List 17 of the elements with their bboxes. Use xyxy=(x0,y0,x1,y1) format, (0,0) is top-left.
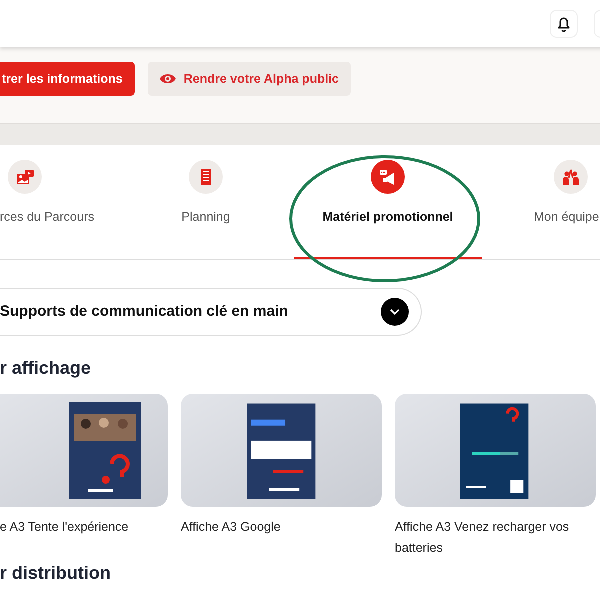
tab[interactable]: rces du Parcours xyxy=(0,160,92,259)
card-title[interactable]: Affiche A3 Venez recharger vos batteries xyxy=(395,516,596,560)
tab[interactable]: Planning xyxy=(156,160,256,259)
section-heading: r distribution xyxy=(0,563,112,585)
bell-button[interactable] xyxy=(550,10,578,38)
tab[interactable]: Matériel promotionnel xyxy=(294,160,482,259)
card-title[interactable]: e A3 Tente l'expérience xyxy=(0,516,168,538)
eye-icon xyxy=(160,73,176,85)
tab[interactable]: Mon équipe xyxy=(534,160,600,259)
section-heading: r affichage xyxy=(0,358,92,380)
card-title[interactable]: Affiche A3 Google xyxy=(181,516,382,538)
chevron-button[interactable] xyxy=(381,298,409,326)
image-icon xyxy=(15,167,35,187)
primary-button[interactable]: trer les informations xyxy=(0,62,135,96)
secondary-button[interactable]: Rendre votre Alpha public xyxy=(148,62,351,96)
accordion-title: Supports de communication clé en main xyxy=(0,302,288,322)
people-icon xyxy=(561,167,581,187)
